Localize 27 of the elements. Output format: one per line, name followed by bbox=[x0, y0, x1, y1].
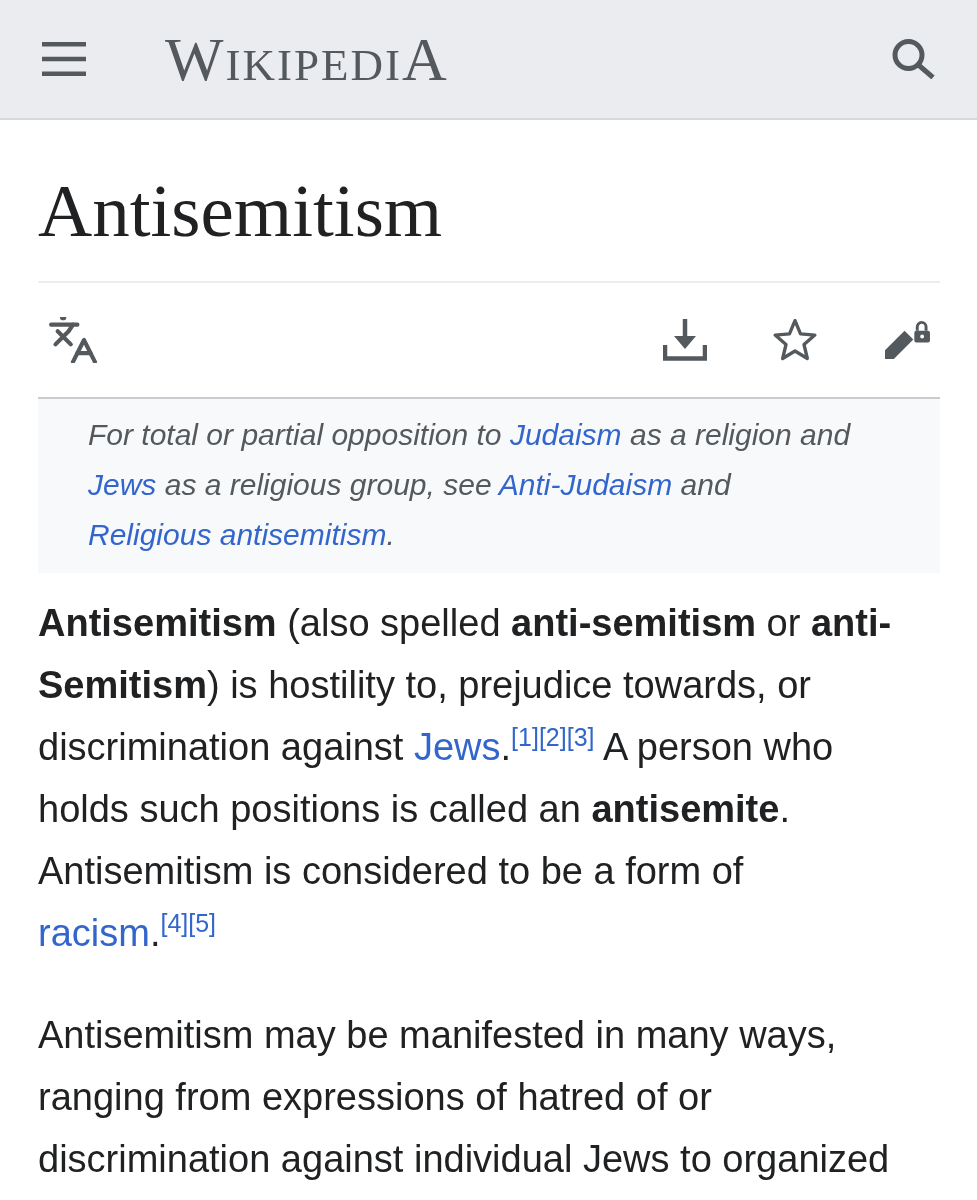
article-title: Antisemitism bbox=[38, 120, 940, 283]
edit-button[interactable] bbox=[883, 318, 930, 362]
article-link[interactable]: Anti-Judaism bbox=[498, 468, 673, 501]
language-button[interactable] bbox=[48, 317, 98, 363]
pencil-lock-icon bbox=[883, 318, 930, 362]
article-link[interactable]: Religious antisemitism bbox=[88, 518, 387, 551]
search-button[interactable] bbox=[892, 39, 936, 79]
star-icon bbox=[772, 318, 818, 362]
watch-star-button[interactable] bbox=[772, 318, 818, 362]
hatnote: For total or partial opposition to Judaism as a religion and Jews as a religious group, see Anti-Judaism and Religious antisemitism. bbox=[38, 399, 940, 573]
reference-link[interactable]: [1] bbox=[511, 723, 539, 752]
article-link[interactable]: Jews bbox=[413, 726, 501, 768]
article-link[interactable]: Jews bbox=[88, 468, 157, 501]
site-logo[interactable]: WIKIPEDIA bbox=[165, 28, 449, 90]
reference-link[interactable]: [4] bbox=[160, 909, 189, 938]
article-paragraph: Antisemitism may be manifested in many ways, ranging from expressions of hatred of or discrimination against individual Jews to organized bbox=[38, 1013, 891, 1182]
reference-link[interactable]: [2] bbox=[538, 723, 567, 752]
download-button[interactable] bbox=[663, 319, 707, 361]
language-icon bbox=[48, 317, 98, 363]
reference-link[interactable]: [5] bbox=[188, 909, 217, 938]
reference-link[interactable]: [3] bbox=[566, 723, 595, 752]
download-icon bbox=[663, 319, 707, 361]
article-link[interactable]: racism bbox=[38, 912, 150, 954]
search-icon bbox=[892, 39, 936, 79]
article-link[interactable]: Judaism bbox=[509, 418, 622, 451]
menu-icon bbox=[42, 42, 86, 76]
menu-button[interactable] bbox=[42, 42, 86, 76]
